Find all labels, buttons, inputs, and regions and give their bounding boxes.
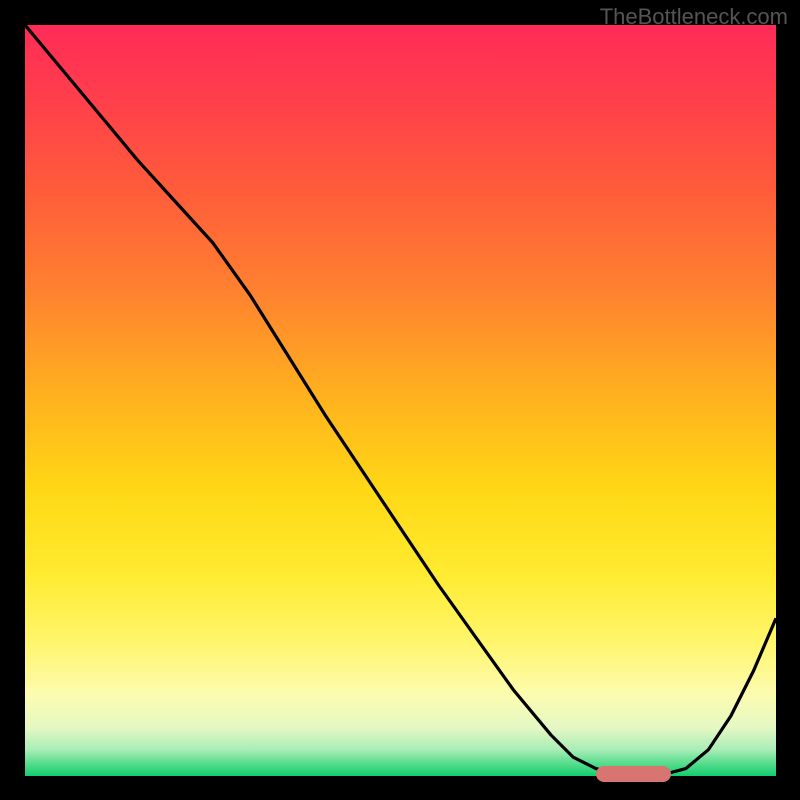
marker-bar	[596, 766, 671, 782]
chart-svg	[25, 25, 776, 776]
chart-container	[25, 25, 776, 776]
watermark-text: TheBottleneck.com	[600, 4, 788, 30]
chart-gradient-bg	[25, 25, 776, 776]
